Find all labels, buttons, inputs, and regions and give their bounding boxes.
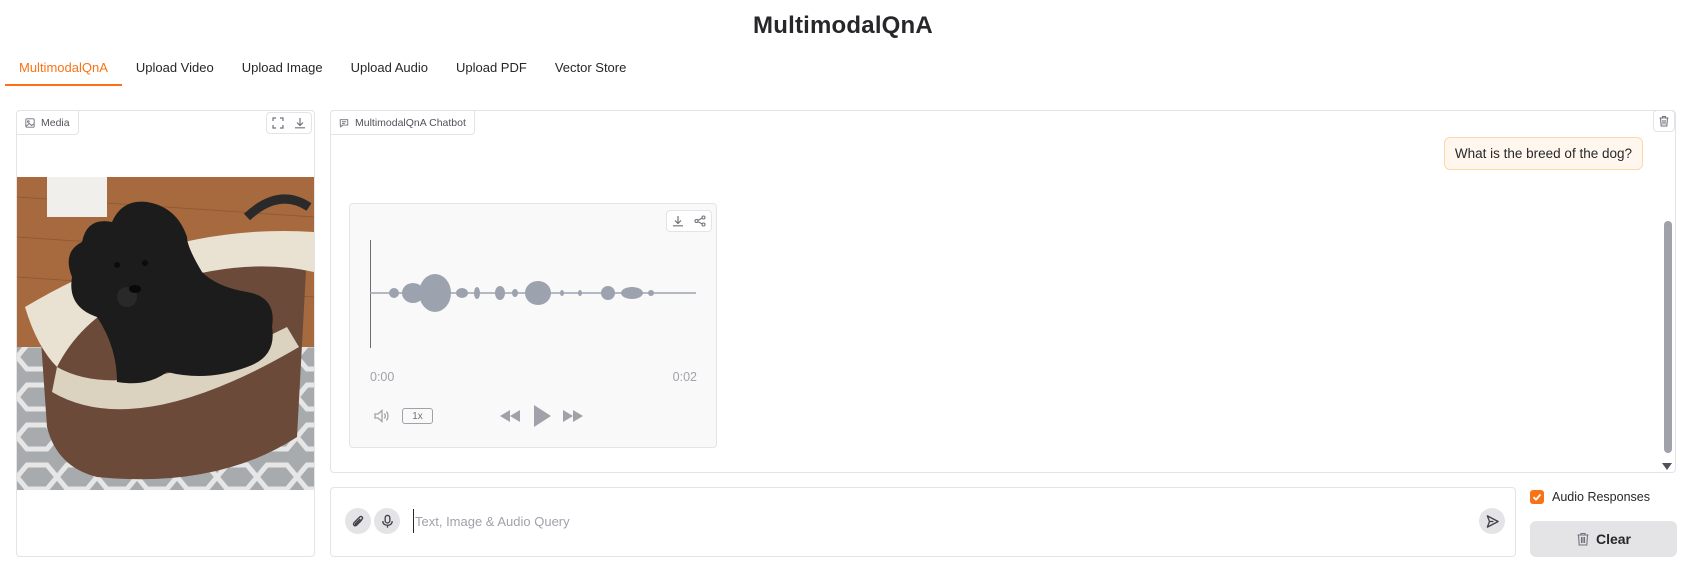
fast-forward-icon[interactable] (562, 406, 584, 426)
user-message-bubble: What is the breed of the dog? (1443, 137, 1643, 170)
tab-vector-store[interactable]: Vector Store (541, 56, 641, 86)
chatbot-label-text: MultimodalQnA Chatbot (355, 116, 466, 129)
paperclip-icon (352, 515, 363, 526)
send-button[interactable] (1479, 508, 1505, 534)
media-label: Media (16, 110, 79, 135)
dog-in-basket-image (17, 177, 314, 490)
media-label-text: Media (41, 116, 70, 129)
app-title: MultimodalQnA (753, 12, 933, 39)
media-toolbar (266, 112, 312, 134)
query-box (330, 487, 1516, 557)
media-panel: Media (16, 110, 315, 557)
fullscreen-icon[interactable] (267, 113, 289, 133)
chatbot-label: MultimodalQnA Chatbot (330, 110, 475, 135)
audio-controls: 1x (372, 402, 698, 430)
checkmark-icon (1532, 493, 1542, 501)
share-icon[interactable] (689, 211, 711, 231)
tab-upload-audio[interactable]: Upload Audio (337, 56, 442, 86)
scroll-down-arrow-icon[interactable] (1662, 463, 1672, 470)
query-input[interactable] (413, 509, 1413, 533)
audio-player: 0:00 0:02 1x (349, 203, 717, 448)
trash-icon (1577, 532, 1589, 546)
image-icon (25, 117, 35, 128)
audio-current-time: 0:00 (370, 370, 395, 384)
tab-bar: MultimodalQnA Upload Video Upload Image … (5, 56, 640, 86)
audio-responses-checkbox[interactable] (1530, 490, 1544, 504)
microphone-icon (381, 514, 393, 528)
download-icon[interactable] (667, 211, 689, 231)
play-icon[interactable] (530, 402, 554, 430)
volume-icon[interactable] (372, 406, 392, 426)
tab-upload-pdf[interactable]: Upload PDF (442, 56, 541, 86)
audio-waveform[interactable] (370, 240, 696, 350)
download-icon[interactable] (289, 113, 311, 133)
microphone-button[interactable] (374, 508, 400, 534)
audio-responses-option[interactable]: Audio Responses (1530, 490, 1650, 504)
chat-scrollbar[interactable] (1664, 221, 1672, 453)
clear-chat-trash-icon[interactable] (1653, 110, 1675, 132)
playback-speed-button[interactable]: 1x (402, 408, 433, 424)
clear-button-label: Clear (1595, 531, 1632, 547)
audio-toolbar (666, 210, 712, 232)
chat-icon (339, 118, 349, 128)
clear-button[interactable]: Clear (1530, 521, 1677, 557)
rewind-icon[interactable] (499, 406, 521, 426)
audio-duration: 0:02 (672, 370, 697, 384)
attach-button[interactable] (345, 508, 371, 534)
tab-upload-video[interactable]: Upload Video (122, 56, 228, 86)
tab-multimodalqna[interactable]: MultimodalQnA (5, 56, 122, 86)
audio-responses-label: Audio Responses (1552, 490, 1650, 504)
tab-upload-image[interactable]: Upload Image (228, 56, 337, 86)
send-icon (1486, 514, 1499, 528)
chatbot-panel: MultimodalQnA Chatbot What is the breed … (330, 110, 1676, 473)
